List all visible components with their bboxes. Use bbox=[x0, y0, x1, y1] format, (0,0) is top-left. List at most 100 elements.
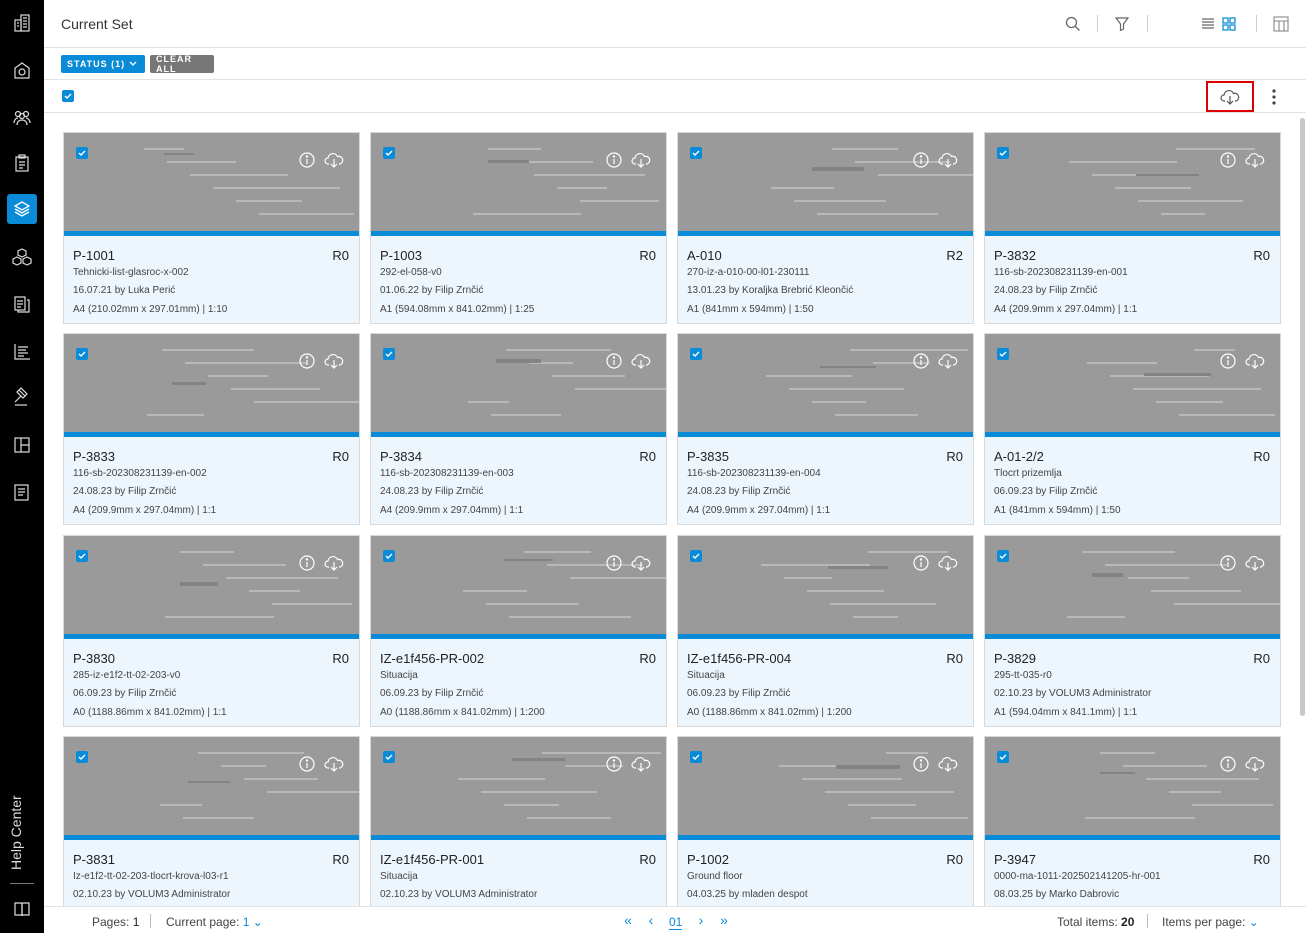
info-icon[interactable] bbox=[912, 755, 930, 773]
drawing-card[interactable]: P-1002 R0 Ground floor 04.03.25 by mlade… bbox=[677, 736, 974, 906]
drawing-card[interactable]: P-1001 R0 Tehnicki-list-glasroc-x-002 16… bbox=[63, 132, 360, 324]
card-checkbox[interactable] bbox=[76, 751, 88, 763]
drawing-thumbnail[interactable] bbox=[64, 536, 359, 634]
drawing-card[interactable]: A-010 R2 270-iz-a-010-00-l01-230111 13.0… bbox=[677, 132, 974, 324]
items-per-page-select[interactable]: Items per page: ⌄ bbox=[1162, 915, 1259, 929]
card-checkbox[interactable] bbox=[997, 550, 1009, 562]
drawing-card[interactable]: P-3834 R0 116-sb-202308231139-en-003 24.… bbox=[370, 333, 667, 525]
card-checkbox[interactable] bbox=[997, 751, 1009, 763]
cloud-download-icon[interactable] bbox=[631, 755, 651, 773]
cloud-download-icon[interactable] bbox=[1245, 554, 1265, 572]
drawing-thumbnail[interactable] bbox=[985, 334, 1280, 432]
drawing-thumbnail[interactable] bbox=[678, 334, 973, 432]
info-icon[interactable] bbox=[298, 755, 316, 773]
drawing-thumbnail[interactable] bbox=[985, 536, 1280, 634]
cloud-download-icon[interactable] bbox=[1245, 352, 1265, 370]
people-icon[interactable] bbox=[7, 102, 37, 132]
clipboard-icon[interactable] bbox=[7, 148, 37, 178]
cloud-download-icon[interactable] bbox=[938, 151, 958, 169]
layout-icon[interactable] bbox=[7, 430, 37, 460]
card-checkbox[interactable] bbox=[997, 348, 1009, 360]
filter-icon[interactable] bbox=[1112, 14, 1132, 34]
info-icon[interactable] bbox=[298, 554, 316, 572]
card-checkbox[interactable] bbox=[690, 550, 702, 562]
status-filter-chip[interactable]: STATUS (1) bbox=[61, 55, 145, 73]
current-page-select[interactable]: Current page: 1 ⌄ bbox=[166, 915, 263, 929]
drawing-thumbnail[interactable] bbox=[371, 133, 666, 231]
building-icon[interactable] bbox=[7, 8, 37, 38]
cubes-icon[interactable] bbox=[7, 242, 37, 272]
cloud-download-icon[interactable] bbox=[1245, 755, 1265, 773]
info-icon[interactable] bbox=[605, 554, 623, 572]
scrollbar[interactable] bbox=[1300, 118, 1305, 716]
drawing-thumbnail[interactable] bbox=[678, 536, 973, 634]
card-checkbox[interactable] bbox=[383, 147, 395, 159]
info-icon[interactable] bbox=[912, 554, 930, 572]
card-checkbox[interactable] bbox=[383, 751, 395, 763]
tasks-icon[interactable] bbox=[7, 336, 37, 366]
drawing-card[interactable]: P-3947 R0 0000-ma-1011-202502141205-hr-0… bbox=[984, 736, 1281, 906]
drawing-card[interactable]: IZ-e1f456-PR-002 R0 Situacija 06.09.23 b… bbox=[370, 535, 667, 727]
cloud-download-icon[interactable] bbox=[1245, 151, 1265, 169]
info-icon[interactable] bbox=[605, 352, 623, 370]
report-icon[interactable] bbox=[7, 477, 37, 507]
cloud-download-icon[interactable] bbox=[631, 151, 651, 169]
cloud-download-icon[interactable] bbox=[324, 755, 344, 773]
drawing-card[interactable]: P-3832 R0 116-sb-202308231139-en-001 24.… bbox=[984, 132, 1281, 324]
help-book-icon[interactable] bbox=[7, 894, 37, 924]
layers-icon[interactable] bbox=[7, 194, 37, 224]
drawing-card[interactable]: P-3831 R0 Iz-e1f2-tt-02-203-tlocrt-krova… bbox=[63, 736, 360, 906]
drawing-thumbnail[interactable] bbox=[985, 133, 1280, 231]
cloud-download-icon[interactable] bbox=[324, 554, 344, 572]
help-center-link[interactable]: Help Center bbox=[8, 795, 24, 870]
cloud-download-icon[interactable] bbox=[938, 554, 958, 572]
table-settings-icon[interactable] bbox=[1271, 14, 1291, 34]
card-checkbox[interactable] bbox=[997, 147, 1009, 159]
list-view-icon[interactable] bbox=[1198, 14, 1218, 34]
drawing-thumbnail[interactable] bbox=[371, 536, 666, 634]
info-icon[interactable] bbox=[605, 755, 623, 773]
cloud-download-icon[interactable] bbox=[631, 554, 651, 572]
prev-page-button[interactable]: ‹ bbox=[644, 913, 658, 927]
card-checkbox[interactable] bbox=[690, 751, 702, 763]
last-page-button[interactable]: » bbox=[717, 913, 731, 927]
info-icon[interactable] bbox=[912, 151, 930, 169]
cloud-download-icon[interactable] bbox=[631, 352, 651, 370]
cloud-download-icon[interactable] bbox=[938, 755, 958, 773]
info-icon[interactable] bbox=[1219, 554, 1237, 572]
info-icon[interactable] bbox=[298, 151, 316, 169]
drawing-card[interactable]: IZ-e1f456-PR-004 R0 Situacija 06.09.23 b… bbox=[677, 535, 974, 727]
card-checkbox[interactable] bbox=[76, 348, 88, 360]
info-icon[interactable] bbox=[1219, 151, 1237, 169]
download-all-button[interactable] bbox=[1206, 81, 1254, 112]
card-checkbox[interactable] bbox=[76, 550, 88, 562]
gavel-icon[interactable] bbox=[7, 382, 37, 412]
cloud-download-icon[interactable] bbox=[938, 352, 958, 370]
card-checkbox[interactable] bbox=[383, 348, 395, 360]
drawing-card[interactable]: A-01-2/2 R0 Tlocrt prizemlja 06.09.23 by… bbox=[984, 333, 1281, 525]
card-checkbox[interactable] bbox=[383, 550, 395, 562]
next-page-button[interactable]: › bbox=[694, 913, 708, 927]
drawing-card[interactable]: P-3833 R0 116-sb-202308231139-en-002 24.… bbox=[63, 333, 360, 525]
drawing-thumbnail[interactable] bbox=[678, 737, 973, 835]
card-checkbox[interactable] bbox=[690, 147, 702, 159]
more-options-button[interactable] bbox=[1266, 88, 1282, 106]
settings-building-icon[interactable] bbox=[7, 55, 37, 85]
card-checkbox[interactable] bbox=[76, 147, 88, 159]
drawing-card[interactable]: P-1003 R0 292-el-058-v0 01.06.22 by Fili… bbox=[370, 132, 667, 324]
card-checkbox[interactable] bbox=[690, 348, 702, 360]
drawing-thumbnail[interactable] bbox=[64, 737, 359, 835]
drawing-thumbnail[interactable] bbox=[371, 737, 666, 835]
document-stack-icon[interactable] bbox=[7, 289, 37, 319]
drawing-card[interactable]: IZ-e1f456-PR-001 R0 Situacija 02.10.23 b… bbox=[370, 736, 667, 906]
drawing-thumbnail[interactable] bbox=[64, 133, 359, 231]
cloud-download-icon[interactable] bbox=[324, 352, 344, 370]
drawing-card[interactable]: P-3835 R0 116-sb-202308231139-en-004 24.… bbox=[677, 333, 974, 525]
drawing-thumbnail[interactable] bbox=[985, 737, 1280, 835]
drawing-thumbnail[interactable] bbox=[678, 133, 973, 231]
drawing-card[interactable]: P-3830 R0 285-iz-e1f2-tt-02-203-v0 06.09… bbox=[63, 535, 360, 727]
drawing-thumbnail[interactable] bbox=[64, 334, 359, 432]
search-icon[interactable] bbox=[1063, 14, 1083, 34]
cloud-download-icon[interactable] bbox=[324, 151, 344, 169]
info-icon[interactable] bbox=[605, 151, 623, 169]
